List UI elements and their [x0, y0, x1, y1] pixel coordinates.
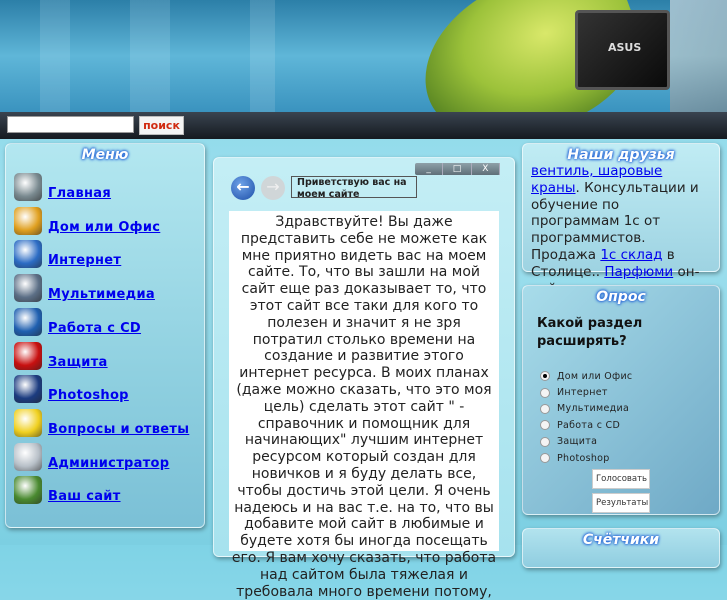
- cd-icon: [14, 307, 42, 336]
- back-arrow-icon[interactable]: ←: [231, 176, 255, 200]
- menu-link[interactable]: Дом или Офис: [48, 220, 160, 235]
- menu-link[interactable]: Администратор: [48, 456, 169, 471]
- poll-option[interactable]: Мультимедиа: [523, 401, 719, 417]
- counters-panel: Счётчики: [522, 528, 720, 568]
- poll-option-label: Дом или Офис: [557, 370, 633, 382]
- star-icon: [14, 408, 42, 437]
- header-banner: ASUS: [0, 0, 727, 112]
- poll-option-label: Photoshop: [557, 452, 610, 464]
- menu-link[interactable]: Photoshop: [48, 388, 129, 403]
- menu-link[interactable]: Защита: [48, 355, 108, 370]
- radio-button[interactable]: [540, 420, 550, 431]
- menu-link[interactable]: Главная: [48, 186, 111, 201]
- poll-option-label: Интернет: [557, 387, 608, 399]
- laptop-image: ASUS: [575, 10, 670, 90]
- mobile-phone-icon: [14, 442, 42, 471]
- radio-button[interactable]: [540, 387, 550, 398]
- menu-item[interactable]: Работа с CD: [14, 306, 141, 336]
- window-controls: _ □ X: [415, 163, 500, 175]
- friends-text: вентиль, шаровые краны. Консультации и о…: [523, 163, 719, 297]
- poll-option[interactable]: Дом или Офис: [523, 368, 719, 384]
- menu-panel: Меню Главная Дом или Офис Интернет Мультиме…: [5, 143, 205, 528]
- menu-item[interactable]: Главная: [14, 171, 111, 201]
- speaker-icon: [14, 274, 42, 303]
- internet-explorer-icon: [14, 240, 42, 269]
- radio-button[interactable]: [540, 453, 550, 464]
- brushes-image: [670, 0, 727, 112]
- gear-icon: [14, 476, 42, 505]
- poll-title: Опрос: [596, 289, 646, 305]
- friends-title: Наши друзья: [567, 147, 675, 163]
- menu-item[interactable]: Ваш сайт: [14, 474, 121, 505]
- poll-panel: Опрос Какой раздел расширять? Дом или Оф…: [522, 285, 720, 515]
- poll-option[interactable]: Интернет: [523, 384, 719, 400]
- menu-link[interactable]: Интернет: [48, 253, 121, 268]
- friend-link-parfum[interactable]: Парфюми: [604, 264, 673, 280]
- menu-link[interactable]: Мультимедиа: [48, 287, 155, 302]
- welcome-panel: _ □ X ← → Приветствую вас на моем сайте …: [213, 157, 515, 600]
- greeting-title: Приветствую вас на моем сайте: [291, 176, 417, 200]
- forward-arrow-icon[interactable]: →: [261, 176, 285, 200]
- menu-item[interactable]: Администратор: [14, 441, 169, 471]
- radio-button[interactable]: [540, 436, 550, 447]
- menu-title: Меню: [81, 147, 129, 163]
- minimize-icon[interactable]: _: [415, 163, 444, 175]
- poll-option[interactable]: Photoshop: [523, 450, 719, 466]
- menu-link[interactable]: Вопросы и ответы: [48, 422, 189, 437]
- search-button[interactable]: поиск: [139, 116, 184, 135]
- poll-option-label: Защита: [557, 436, 598, 448]
- computer-icon: [14, 173, 42, 201]
- menu-item[interactable]: Photoshop: [14, 373, 129, 404]
- radio-button[interactable]: [540, 371, 550, 382]
- search-input[interactable]: [7, 116, 134, 133]
- results-button[interactable]: Результаты: [592, 493, 650, 514]
- maximize-icon[interactable]: □: [443, 163, 472, 175]
- poll-option[interactable]: Защита: [523, 434, 719, 450]
- poll-option[interactable]: Работа с CD: [523, 417, 719, 433]
- welcome-text: Здравствуйте! Вы даже представить себе н…: [229, 211, 499, 600]
- menu-link[interactable]: Работа с CD: [48, 321, 141, 336]
- friend-link-1c[interactable]: 1с склад: [600, 247, 662, 263]
- menu-item[interactable]: Мультимедиа: [14, 272, 155, 303]
- poll-option-label: Работа с CD: [557, 419, 621, 431]
- counters-title: Счётчики: [582, 532, 660, 548]
- search-bar: поиск: [0, 112, 727, 139]
- joomla-icon: [14, 206, 42, 235]
- menu-item[interactable]: Интернет: [14, 238, 121, 269]
- radio-button[interactable]: [540, 403, 550, 414]
- vote-button[interactable]: Голосовать: [592, 469, 650, 490]
- menu-item[interactable]: Вопросы и ответы: [14, 407, 189, 437]
- photoshop-icon: [14, 375, 42, 404]
- friends-panel: Наши друзья вентиль, шаровые краны. Конс…: [522, 143, 720, 297]
- kaspersky-icon: [14, 341, 42, 370]
- close-icon[interactable]: X: [472, 163, 500, 175]
- menu-item[interactable]: Дом или Офис: [14, 205, 160, 235]
- menu-item[interactable]: Защита: [14, 340, 108, 370]
- menu-link[interactable]: Ваш сайт: [48, 489, 121, 504]
- poll-question: Какой раздел расширять?: [537, 316, 643, 349]
- poll-option-label: Мультимедиа: [557, 403, 630, 415]
